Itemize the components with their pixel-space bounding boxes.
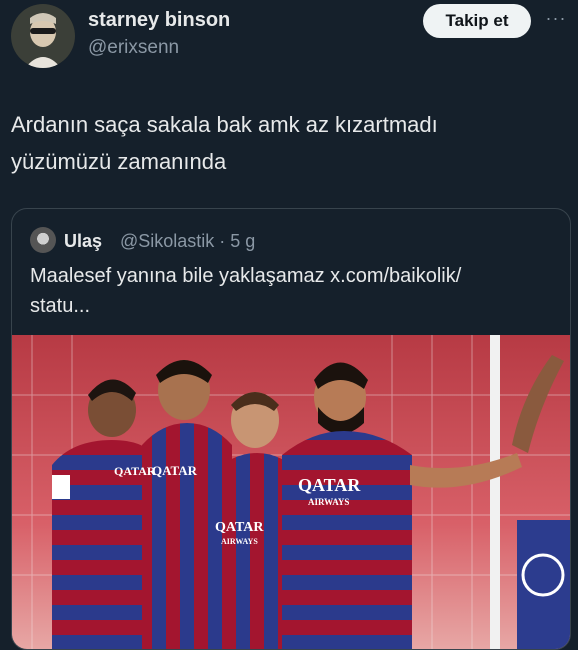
jersey-sponsor-4: QATAR — [298, 475, 361, 495]
quoted-tweet-text: Maalesef yanına bile yaklaşamaz x.com/ba… — [30, 261, 550, 321]
author-avatar[interactable] — [11, 4, 75, 68]
jersey-sponsor-2: QATAR — [152, 463, 198, 478]
tweet-text: Ardanın saça sakala bak amk az kızartmad… — [11, 106, 551, 180]
quoted-tweet[interactable]: Ulaş @Sikolastik · 5 g Maalesef yanına b… — [11, 208, 571, 650]
jersey-sponsor-1: QATAR — [114, 464, 156, 478]
quoted-author-name[interactable]: Ulaş — [64, 231, 102, 252]
author-name[interactable]: starney binson — [88, 9, 230, 32]
quoted-text-line-2: statu... — [30, 295, 91, 317]
quoted-author-avatar[interactable] — [30, 227, 56, 253]
more-options-icon[interactable]: ··· — [543, 6, 569, 30]
jersey-sponsor-sub-3: AIRWAYS — [221, 537, 258, 546]
tweet-text-line-1: Ardanın saça sakala bak amk az kızartmad… — [11, 112, 438, 137]
jersey-sponsor-sub-4: AIRWAYS — [308, 497, 349, 507]
quoted-text-line-1: Maalesef yanına bile yaklaşamaz x.com/ba… — [30, 265, 462, 287]
quoted-tweet-photo[interactable]: QATAR QATAR QATAR AIRWAYS QATAR AIRWAYS — [12, 335, 570, 649]
jersey-sponsor-3: QATAR — [215, 520, 264, 535]
author-handle[interactable]: @erixsenn — [88, 37, 179, 59]
follow-button[interactable]: Takip et — [423, 4, 531, 38]
tweet-text-line-2: yüzümüzü zamanında — [11, 149, 227, 174]
quoted-author-handle-time[interactable]: @Sikolastik · 5 g — [120, 231, 255, 252]
